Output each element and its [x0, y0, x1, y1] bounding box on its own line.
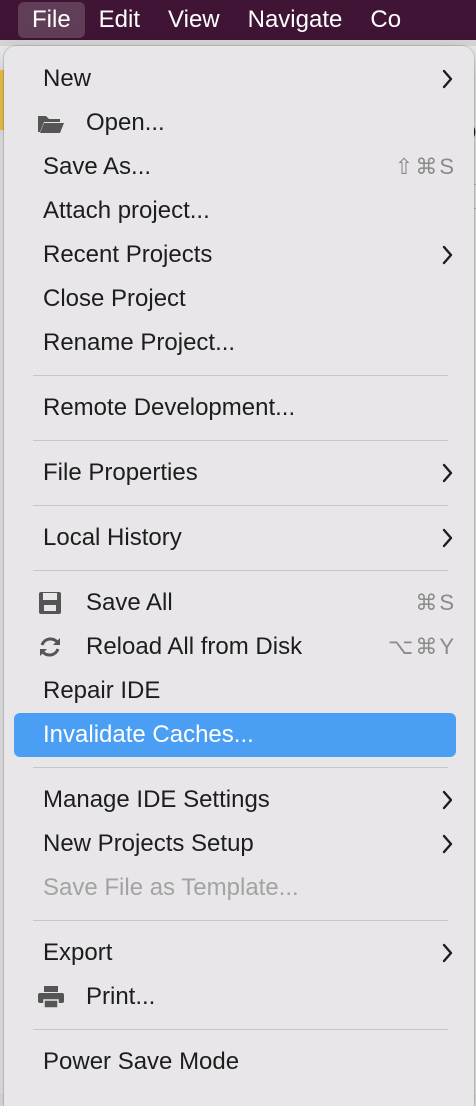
- chevron-right-icon: [442, 834, 453, 854]
- menu-item-label: Save All: [86, 589, 173, 616]
- menu-item-label: Close Project: [43, 285, 186, 312]
- menu-item-label: New: [43, 65, 92, 92]
- save-disk-icon: [39, 592, 61, 614]
- menu-separator: [33, 375, 448, 376]
- chevron-right-icon: [442, 943, 453, 963]
- menu-item-reload-all[interactable]: Reload All from Disk ⌥⌘Y: [14, 625, 456, 669]
- menu-item-repair-ide[interactable]: Repair IDE: [14, 669, 456, 713]
- menu-item-label: Remote Development...: [43, 394, 296, 421]
- menu-item-label: File Properties: [43, 459, 198, 486]
- menubar-navigate[interactable]: Navigate: [234, 2, 357, 38]
- menu-item-label: Save File as Template...: [43, 874, 299, 901]
- chevron-right-icon: [442, 463, 453, 483]
- menu-item-local-history[interactable]: Local History: [14, 516, 456, 560]
- menu-item-label: Manage IDE Settings: [43, 786, 270, 813]
- reload-icon: [40, 637, 60, 657]
- shortcut-label: ⇧⌘S: [394, 154, 456, 179]
- printer-icon: [38, 986, 64, 1009]
- menu-item-label: Print...: [86, 983, 156, 1010]
- menu-item-label: Save As...: [43, 153, 152, 180]
- menu-item-label: Invalidate Caches...: [43, 721, 254, 748]
- menu-item-save-as[interactable]: Save As... ⇧⌘S: [14, 145, 456, 189]
- menu-item-recent-projects[interactable]: Recent Projects: [14, 233, 456, 277]
- menu-item-label: Recent Projects: [43, 241, 213, 268]
- menu-item-label: Rename Project...: [43, 329, 236, 356]
- menu-item-print[interactable]: Print...: [14, 975, 456, 1019]
- menu-item-label: New Projects Setup: [43, 830, 254, 857]
- shortcut-label: ⌥⌘Y: [387, 634, 456, 659]
- menu-separator: [33, 920, 448, 921]
- menubar-file[interactable]: File: [18, 2, 85, 38]
- menu-item-save-all[interactable]: Save All ⌘S: [14, 581, 456, 625]
- menu-item-remote-development[interactable]: Remote Development...: [14, 386, 456, 430]
- menu-item-close-project[interactable]: Close Project: [14, 277, 456, 321]
- menubar-edit[interactable]: Edit: [85, 2, 154, 38]
- shortcut-label: ⌘S: [415, 590, 456, 615]
- menu-item-label: Open...: [86, 109, 165, 136]
- chevron-right-icon: [442, 69, 453, 89]
- menu-separator: [33, 767, 448, 768]
- menu-item-new-projects-setup[interactable]: New Projects Setup: [14, 822, 456, 866]
- menu-separator: [33, 570, 448, 571]
- file-menu: New Open... Save As... ⇧⌘S Attach projec…: [4, 46, 474, 1106]
- menu-item-open[interactable]: Open...: [14, 101, 456, 145]
- menu-item-new[interactable]: New: [14, 57, 456, 101]
- menu-item-manage-ide-settings[interactable]: Manage IDE Settings: [14, 778, 456, 822]
- menu-item-label: Export: [43, 939, 113, 966]
- menu-item-label: Attach project...: [43, 197, 210, 224]
- menu-item-export[interactable]: Export: [14, 931, 456, 975]
- menu-item-label: Reload All from Disk: [86, 633, 303, 660]
- menu-separator: [33, 440, 448, 441]
- chevron-right-icon: [442, 245, 453, 265]
- menu-separator: [33, 1029, 448, 1030]
- menu-separator: [33, 505, 448, 506]
- menu-item-attach-project[interactable]: Attach project...: [14, 189, 456, 233]
- folder-open-icon: [38, 116, 64, 133]
- chevron-right-icon: [442, 790, 453, 810]
- menu-bar: File Edit View Navigate Co: [0, 0, 476, 40]
- menu-item-rename-project[interactable]: Rename Project...: [14, 321, 456, 365]
- menu-item-label: Local History: [43, 524, 182, 551]
- menubar-code[interactable]: Co: [356, 2, 415, 38]
- chevron-right-icon: [442, 528, 453, 548]
- menu-item-invalidate-caches[interactable]: Invalidate Caches...: [14, 713, 456, 757]
- menu-item-label: Power Save Mode: [43, 1048, 240, 1075]
- menu-item-label: Repair IDE: [43, 677, 161, 704]
- menu-item-save-file-as-template: Save File as Template...: [14, 866, 456, 910]
- menu-item-power-save-mode[interactable]: Power Save Mode: [14, 1040, 456, 1084]
- menubar-view[interactable]: View: [154, 2, 234, 38]
- menu-item-file-properties[interactable]: File Properties: [14, 451, 456, 495]
